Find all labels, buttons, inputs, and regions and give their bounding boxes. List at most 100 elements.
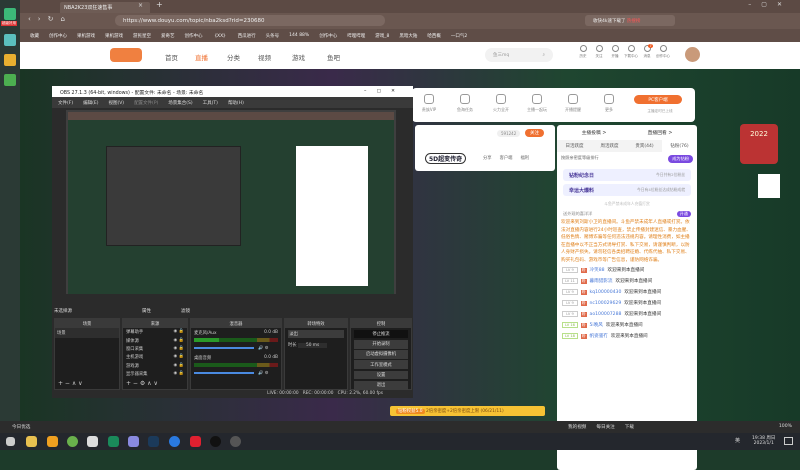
- toolbar-item-3[interactable]: 主播一起玩: [522, 94, 552, 113]
- steam-icon[interactable]: [148, 436, 159, 447]
- app-icon[interactable]: [128, 436, 139, 447]
- today-picks[interactable]: 今日优选: [12, 424, 30, 430]
- username[interactable]: 暮雨猎影流: [590, 278, 613, 284]
- nav-5[interactable]: 鱼吧: [327, 52, 340, 62]
- source-item[interactable]: 游戏源 ◉ 🔒: [123, 362, 187, 370]
- properties-button[interactable]: 属性: [142, 308, 151, 314]
- volume-slider[interactable]: [194, 372, 254, 374]
- username[interactable]: ao100007288: [590, 312, 622, 317]
- bookmark-item[interactable]: 爱奇艺: [161, 33, 175, 39]
- pc-client-button[interactable]: PC客户端: [634, 95, 682, 104]
- tab-diamond[interactable]: 钻粉(76): [662, 140, 697, 152]
- username[interactable]: kq100000430: [590, 290, 622, 295]
- control-button-2[interactable]: 启动虚拟摄像机: [354, 350, 408, 359]
- url-input[interactable]: https://www.douyu.com/topic/nba2ksd?rid=…: [115, 15, 385, 26]
- bookmark-item[interactable]: 果机游戏: [77, 33, 95, 39]
- visibility-lock-icons[interactable]: ◉ 🔒: [174, 354, 184, 360]
- source-item[interactable]: 主机游戏 ◉ 🔒: [123, 353, 187, 361]
- bookmark-item[interactable]: 西瓜进行: [238, 33, 256, 39]
- bookmark-item[interactable]: 哈西概: [427, 33, 441, 39]
- new-tab-icon[interactable]: +: [156, 0, 163, 9]
- status-item[interactable]: 每日关注: [596, 424, 614, 430]
- nav-4[interactable]: 游戏: [292, 52, 305, 62]
- user-icon-1[interactable]: 关注: [591, 45, 607, 59]
- fan-anniversary-card[interactable]: 钻粉纪念日 今日共有2位粉丝: [563, 169, 691, 181]
- obs-menu-6[interactable]: 帮助(H): [228, 100, 244, 106]
- toolbar-item-5[interactable]: 更多: [594, 94, 624, 113]
- bookmark-item[interactable]: 创作中心: [49, 33, 67, 39]
- bookmark-item[interactable]: 一口气2: [451, 33, 467, 39]
- obs-icon[interactable]: [230, 436, 241, 447]
- username[interactable]: 5i晚风: [590, 322, 603, 328]
- user-icon-3[interactable]: 下载中心: [623, 45, 639, 59]
- filters-button[interactable]: 滤镜: [181, 308, 190, 314]
- welfare-link[interactable]: 福利: [520, 155, 529, 161]
- control-button-1[interactable]: 开始录制: [354, 339, 408, 349]
- control-button-5[interactable]: 退出: [354, 380, 408, 390]
- bookmark-item[interactable]: 果机游戏: [105, 33, 123, 39]
- nav-buttons[interactable]: ‹›↻⌂: [28, 15, 72, 23]
- obs-menu-4[interactable]: 场景集合(S): [168, 100, 192, 106]
- nav-3[interactable]: 视频: [258, 52, 271, 62]
- duration-input[interactable]: 50 ms: [297, 342, 328, 348]
- share-link[interactable]: 分享: [483, 155, 492, 161]
- source-buttons[interactable]: + − ⚙ ∧ ∨: [126, 380, 158, 387]
- visibility-lock-icons[interactable]: ◉ 🔒: [174, 363, 184, 369]
- status-item[interactable]: 我的视频: [568, 424, 586, 430]
- bookmark-item[interactable]: 游民星空: [133, 33, 151, 39]
- status-item[interactable]: 下载: [625, 424, 634, 430]
- obs-menu-2[interactable]: 视图(V): [108, 100, 124, 106]
- client-link[interactable]: 客户端: [500, 155, 513, 161]
- search-icon[interactable]: ⌕: [542, 52, 545, 58]
- toolbar-item-0[interactable]: 贵族VIP: [414, 94, 444, 113]
- douyu-logo[interactable]: [110, 48, 142, 62]
- browser-shortcut-icon[interactable]: [4, 8, 16, 20]
- user-icon-5[interactable]: 创作中心: [655, 45, 671, 59]
- app-shortcut-icon[interactable]: [4, 74, 16, 86]
- start-icon[interactable]: [6, 437, 15, 446]
- window-controls[interactable]: –▢✕: [748, 1, 792, 8]
- transition-select[interactable]: 淡出: [288, 329, 344, 339]
- obs-menu-5[interactable]: 工具(T): [203, 100, 218, 106]
- toolbar-item-2[interactable]: 火力全开: [486, 94, 516, 113]
- qr-code[interactable]: [758, 174, 780, 198]
- avatar[interactable]: [685, 47, 700, 62]
- user-icon-2[interactable]: 开播: [607, 45, 623, 59]
- open-button[interactable]: 开通: [676, 211, 691, 217]
- bookmark-item[interactable]: 头条号: [266, 33, 280, 39]
- tab-vip[interactable]: 贵宾(44): [627, 140, 662, 152]
- user-icon-0[interactable]: 历史: [575, 45, 591, 59]
- app-icon[interactable]: [108, 436, 119, 447]
- control-button-3[interactable]: 工作室模式: [354, 360, 408, 370]
- obs-preview[interactable]: [66, 110, 396, 294]
- source-item[interactable]: 弹幕助手 ◉ 🔒: [123, 328, 187, 336]
- username[interactable]: nc100029629: [590, 301, 622, 306]
- bookmark-item[interactable]: 《XX》: [213, 33, 228, 39]
- app-icon[interactable]: [67, 436, 78, 447]
- site-search-input[interactable]: 鱼三mq ⌕: [485, 48, 553, 62]
- scene-buttons[interactable]: + − ∧ ∨: [58, 380, 83, 387]
- nav-0[interactable]: 首页: [165, 52, 178, 62]
- bookmark-item[interactable]: 144 88%: [289, 33, 309, 38]
- gift-bar[interactable]: 钻粉权益5.0 2倍亲密度+2倍亲密度上限 (06/21/11): [390, 406, 545, 416]
- app-shortcut-icon[interactable]: [4, 34, 16, 46]
- toolbar-item-1[interactable]: 鱼海任务: [450, 94, 480, 113]
- contrib-link[interactable]: 主播投稿 >: [582, 129, 607, 136]
- tab-daily[interactable]: 日活跃度: [557, 140, 592, 152]
- app-icon[interactable]: [169, 436, 180, 447]
- app-icon[interactable]: [190, 436, 201, 447]
- nav-2[interactable]: 分类: [227, 52, 240, 62]
- tab-close-icon[interactable]: ×: [138, 2, 143, 9]
- browser-tab[interactable]: NBA2K23双狂速售事: [60, 2, 150, 13]
- scene-item[interactable]: 场景: [55, 328, 119, 338]
- obs-menu-0[interactable]: 文件(F): [58, 100, 73, 106]
- speaker-gear-icons[interactable]: 🔊 ⚙: [258, 346, 269, 351]
- bookmark-item[interactable]: 哔哩哔哩: [347, 33, 365, 39]
- tab-weekly[interactable]: 周活跃度: [592, 140, 627, 152]
- obs-menu-1[interactable]: 编辑(E): [83, 100, 98, 106]
- visibility-lock-icons[interactable]: ◉ 🔒: [174, 329, 184, 335]
- visibility-lock-icons[interactable]: ◉ 🔒: [174, 338, 184, 344]
- source-item[interactable]: 窗口采集 ◉ 🔒: [123, 345, 187, 353]
- follow-button[interactable]: 关注: [525, 129, 544, 137]
- ime-indicator[interactable]: 英: [735, 437, 740, 444]
